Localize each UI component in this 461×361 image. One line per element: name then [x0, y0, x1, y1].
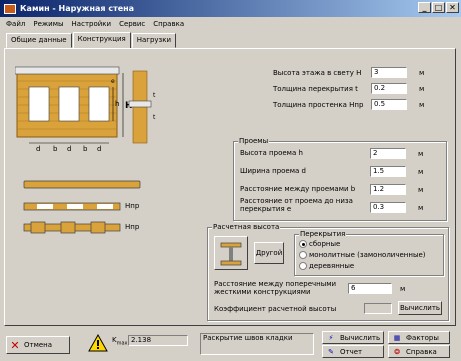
slab-bar-piers-section [23, 221, 121, 234]
menu-service[interactable]: Сервис [119, 20, 145, 28]
radio-dot-wooden [299, 262, 307, 270]
other-button[interactable]: Другой [254, 242, 284, 264]
openings-title: Проемы [238, 137, 270, 145]
floor-height-input[interactable]: 3 [371, 67, 407, 78]
factors-button[interactable]: ▦ Факторы [388, 331, 450, 344]
openings-group: Проемы Высота проема h 2 м Ширина проема… [233, 137, 447, 221]
menu-bar: Файл Режимы Настройки Сервис Справка [0, 17, 461, 31]
title-bar: Камин - Наружная стена _ □ ✕ [0, 0, 461, 17]
opening-to-slab-unit: м [418, 204, 424, 212]
hpr-label-2: Hпр [125, 223, 140, 231]
distance-unit: м [400, 285, 406, 293]
radio-wooden-label: деревянные [309, 262, 355, 270]
opening-to-slab-label-2: перекрытия e [240, 205, 292, 213]
slab-bar-plain [23, 180, 141, 189]
label-t-bottom: t [153, 114, 156, 121]
cancel-x-icon: ✕ [10, 338, 20, 352]
calculate-icon: ⚡ [328, 333, 334, 342]
kmax-value: 2.138 [128, 335, 188, 346]
cancel-label: Отмена [24, 341, 53, 349]
report-label: Отчет [340, 347, 363, 356]
slabs-title: Перекрытия [299, 230, 347, 238]
pier-thickness-label: Толщина простенка Hпр [273, 101, 364, 109]
radio-prefab-label: сборные [309, 240, 341, 248]
distance-label-2: жесткими конструкциями [214, 288, 311, 296]
label-t-top: t [153, 92, 156, 99]
calculate-label: Вычислить [340, 333, 381, 342]
pier-thickness-input[interactable]: 0.5 [371, 99, 407, 110]
calc-height-group: Расчетная высота Другой Перекрытия сборн… [207, 223, 449, 321]
tab-general[interactable]: Общие данные [6, 33, 72, 48]
slabs-group: Перекрытия сборные монолитные (замонолич… [294, 230, 444, 276]
minimize-button[interactable]: _ [418, 2, 431, 13]
coef-label: Коэффициент расчетной высоты [214, 305, 337, 313]
status-message: Раскрытие швов кладки [200, 333, 314, 355]
help-icon: ❂ [394, 347, 400, 356]
opening-spacing-input[interactable]: 1.2 [370, 184, 406, 195]
calculate-button[interactable]: ⚡ Вычислить [322, 331, 384, 344]
help-label: Справка [406, 347, 437, 356]
distance-input[interactable]: 6 [348, 283, 392, 294]
label-d2: d [67, 145, 71, 153]
close-button[interactable]: ✕ [446, 2, 459, 13]
factors-label: Факторы [406, 333, 439, 342]
menu-help[interactable]: Справка [153, 20, 184, 28]
radio-monolithic[interactable]: монолитные (замоноличенные) [299, 251, 426, 259]
window-title: Камин - Наружная стена [20, 4, 135, 13]
radio-prefab[interactable]: сборные [299, 240, 340, 248]
opening-height-input[interactable]: 2 [370, 148, 406, 159]
label-e: e [111, 78, 115, 85]
radio-dot-prefab [299, 240, 307, 248]
coef-input [364, 303, 392, 314]
opening-width-input[interactable]: 1.5 [370, 166, 406, 177]
label-b2: b [83, 145, 88, 153]
opening-width-unit: м [418, 168, 424, 176]
opening-height-unit: м [418, 150, 424, 158]
menu-settings[interactable]: Настройки [72, 20, 112, 28]
construction-panel: h H e d b d b d t t Высота этажа в свету… [4, 48, 456, 326]
tab-construction[interactable]: Конструкция [72, 32, 131, 49]
slab-thickness-input[interactable]: 0.2 [371, 83, 407, 94]
maximize-button[interactable]: □ [432, 2, 445, 13]
radio-wooden[interactable]: деревянные [299, 262, 354, 270]
floor-height-label: Высота этажа в свету H [273, 69, 362, 77]
app-icon [4, 3, 16, 14]
support-scheme-button[interactable] [214, 236, 248, 270]
pier-thickness-unit: м [419, 101, 425, 109]
calc-height-title: Расчетная высота [212, 223, 281, 231]
radio-dot-monolithic [299, 251, 307, 259]
slab-thickness-label: Толщина перекрытия t [273, 85, 358, 93]
label-b1: b [53, 145, 58, 153]
opening-width-label: Ширина проема d [240, 167, 306, 175]
help-button[interactable]: ❂ Справка [388, 345, 450, 358]
tab-strip: Общие данные Конструкция Нагрузки [6, 32, 177, 49]
k-subscript: max [116, 340, 128, 347]
slab-bar-piers [23, 202, 121, 211]
support-scheme-icon [220, 242, 242, 266]
cancel-button[interactable]: ✕ Отмена [6, 336, 70, 354]
wall-diagram: h H e d b d b d t t [15, 66, 156, 153]
tab-loads[interactable]: Нагрузки [131, 33, 177, 48]
warning-icon [88, 334, 108, 352]
floor-height-unit: м [419, 69, 425, 77]
menu-file[interactable]: Файл [6, 20, 25, 28]
menu-modes[interactable]: Режимы [33, 20, 63, 28]
report-icon: ✎ [328, 347, 334, 356]
label-d3: d [97, 145, 101, 153]
opening-height-label: Высота проема h [240, 149, 303, 157]
factors-icon: ▦ [393, 333, 401, 342]
label-d1: d [36, 145, 40, 153]
radio-monolithic-label: монолитные (замоноличенные) [309, 251, 426, 259]
hpr-label-1: Hпр [125, 202, 140, 210]
opening-spacing-label: Расстояние между проемами b [240, 185, 356, 193]
opening-to-slab-label-1: Расстояние от проема до низа [240, 197, 353, 205]
calc-coef-button[interactable]: Вычислить [398, 301, 442, 315]
slab-thickness-unit: м [419, 85, 425, 93]
opening-spacing-unit: м [418, 186, 424, 194]
report-button[interactable]: ✎ Отчет [322, 345, 384, 358]
status-bar: ✕ Отмена Kmax = 2.138 Раскрытие швов кла… [4, 330, 456, 358]
distance-label-1: Расстояние между поперечными [214, 280, 337, 288]
opening-to-slab-input[interactable]: 0.3 [370, 202, 406, 213]
label-h: h [115, 100, 119, 108]
